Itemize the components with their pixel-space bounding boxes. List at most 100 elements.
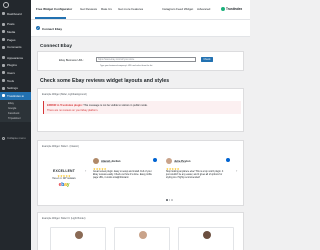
example-widget-slider: Example Widget: Slider I. (Classic) EXCE… <box>37 140 244 206</box>
error-detail: There are no reviews on your Ebay platfo… <box>47 109 99 112</box>
step-bar: ✓ Connect Ebay <box>31 20 250 37</box>
menu-item-label: Trustindex.io <box>7 93 25 98</box>
active-tab-indicator <box>35 17 66 19</box>
collapse-menu-button[interactable]: Collapse menu <box>2 136 26 140</box>
menu-item-tools[interactable]: Tools <box>0 77 31 85</box>
brand-name: Trustindex <box>226 6 243 11</box>
menu-item-dashboard[interactable]: Dashboard <box>0 10 31 18</box>
brush-icon <box>2 56 5 60</box>
slider-dot[interactable] <box>171 199 173 201</box>
collapse-icon <box>2 136 5 140</box>
avatar <box>166 158 172 164</box>
review-stars: ★★★★★ <box>166 166 180 171</box>
widget-heading: Example Widget: Slider I. (Classic) <box>42 145 79 148</box>
error-notice: ERROR in Trustindex plugin: This message… <box>43 101 241 114</box>
menu-item-pages[interactable]: Pages <box>0 36 31 44</box>
error-prefix: ERROR in Trustindex plugin: <box>47 103 83 107</box>
admin-sidebar: Dashboard Posts Media Pages Comments App… <box>0 0 31 250</box>
prev-arrow-icon[interactable]: ‹ <box>85 168 86 173</box>
menu-item-users[interactable]: Users <box>0 69 31 77</box>
check-icon: ✓ <box>36 26 40 30</box>
tab-instagram-feed-widget[interactable]: Instagram Feed Widget <box>162 7 193 11</box>
menu-item-label: Tools <box>7 78 15 83</box>
badge-stars: ★★★★★ <box>57 173 71 178</box>
review-card: Julie Peyton 2020-11-24 ★★★★★ Stop looki… <box>166 158 230 194</box>
error-message: ERROR in Trustindex plugin: This message… <box>47 104 148 107</box>
rating-badge: EXCELLENT ★★★★★ Based on 127 reviews eba… <box>52 169 76 188</box>
url-hint: Type your business/company's URL and sel… <box>100 64 153 67</box>
user-icon <box>2 71 5 75</box>
menu-item-media[interactable]: Media <box>0 28 31 36</box>
slider-dots <box>166 199 173 201</box>
avatar <box>93 158 99 164</box>
example-widget-light-border: Example Widget: Slider III. (Light Borde… <box>37 212 244 250</box>
slider-dot[interactable] <box>166 199 168 201</box>
check-button[interactable]: Check <box>201 57 213 62</box>
review-card <box>178 227 234 250</box>
review-card <box>50 227 106 250</box>
trustindex-logo-icon <box>221 6 225 11</box>
tab-free-widget-configurator[interactable]: Free Widget Configurator <box>36 7 72 11</box>
submenu-item-tripadvisor[interactable]: Tripadvisor <box>0 116 31 121</box>
next-arrow-icon[interactable]: › <box>236 168 237 173</box>
review-date: 2020-11-24 <box>174 161 185 164</box>
url-label: Ebay Business URL: <box>59 59 84 62</box>
connect-panel: Ebay Business URL: https://www.ebay.com/… <box>37 51 244 71</box>
review-card <box>114 227 170 250</box>
menu-item-label: Dashboard <box>7 11 22 16</box>
menu-item-label: Media <box>7 29 16 34</box>
plugin-icon <box>2 63 5 67</box>
slider-dot[interactable] <box>168 199 171 201</box>
step-label[interactable]: Connect Ebay <box>42 27 62 31</box>
section-title: Check some Ebay reviews widget layouts a… <box>40 78 170 84</box>
badge-subtitle: Based on 127 reviews <box>52 178 76 180</box>
menu-item-label: Appearance <box>7 55 24 60</box>
avatar <box>75 231 83 239</box>
example-widget-error: Example Widget (Slider, Lightbackground)… <box>37 88 244 132</box>
ebay-logo-icon: ebay <box>58 181 70 188</box>
business-url-input[interactable]: https://www.ebay.com/str/your-store <box>96 57 196 62</box>
brand: Trustindex <box>221 6 243 11</box>
menu-item-label: Users <box>7 70 15 75</box>
review-text: Great review plugin. Easy to setup and i… <box>93 171 152 179</box>
menu-item-comments[interactable]: Comments <box>0 43 31 51</box>
wrench-icon <box>2 79 5 83</box>
avatar <box>203 231 211 239</box>
dashboard-icon <box>2 12 5 16</box>
menu-item-trustindex[interactable]: Trustindex.io <box>0 91 31 100</box>
menu-item-label: Settings <box>7 86 18 91</box>
avatar <box>139 231 147 239</box>
menu-item-label: Comments <box>7 45 22 50</box>
widget-heading: Example Widget (Slider, Lightbackground) <box>42 93 87 96</box>
review-text: Stop looking anywhere else! This is a to… <box>166 171 224 179</box>
tab-get-more-features[interactable]: Get more Features <box>118 7 143 11</box>
tab-get-reviews[interactable]: Get Reviews <box>80 7 97 11</box>
menu-item-label: Posts <box>7 22 15 27</box>
menu-item-appearance[interactable]: Appearance <box>0 54 31 62</box>
trustindex-icon <box>2 94 5 98</box>
comment-icon <box>2 45 5 49</box>
tab-rate-us[interactable]: Rate Us <box>101 7 112 11</box>
review-card: Alanah Jordan 2020-11-26 ★★★★★ Great rev… <box>93 158 157 194</box>
menu-item-settings[interactable]: Settings <box>0 84 31 92</box>
ebay-icon <box>153 158 157 162</box>
menu-item-plugins[interactable]: Plugins <box>0 62 31 70</box>
badge-title: EXCELLENT <box>53 169 75 173</box>
tab-advanced[interactable]: Advanced <box>197 7 210 11</box>
error-text: This message is not be visible to visito… <box>83 103 148 107</box>
admin-menu: Dashboard Posts Media Pages Comments App… <box>0 10 31 122</box>
widget-heading: Example Widget: Slider III. (Light Borde… <box>42 217 86 220</box>
wordpress-logo-icon[interactable] <box>3 2 9 8</box>
connect-title: Connect Ebay <box>40 44 72 49</box>
review-stars: ★★★★★ <box>93 166 107 171</box>
menu-item-label: Plugins <box>7 63 17 68</box>
pin-icon <box>2 22 5 26</box>
pages-icon <box>2 38 5 42</box>
badge-review-count: 127 reviews <box>62 178 76 181</box>
trustindex-submenu: Ebay Google Facebook Tripadvisor <box>0 99 31 122</box>
review-date: 2020-11-26 <box>101 161 112 164</box>
menu-item-posts[interactable]: Posts <box>0 21 31 29</box>
menu-item-label: Pages <box>7 37 16 42</box>
settings-icon <box>2 86 5 90</box>
plugin-top-nav: Free Widget Configurator Get Reviews Rat… <box>31 0 250 20</box>
